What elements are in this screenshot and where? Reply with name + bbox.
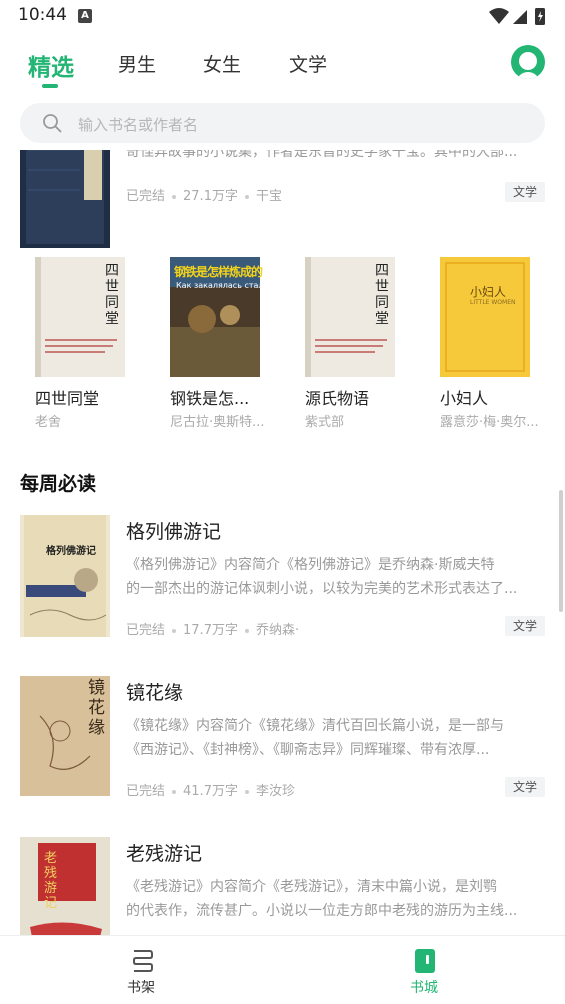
book-title: 四世同堂 [35,389,100,408]
user-avatar-icon[interactable] [511,45,545,79]
book-description: 《格列佛游记》内容简介《格列佛游记》是乔纳森·斯威夫特 的一部杰出的游记体讽刺小… [126,557,518,597]
cover-subtitle-text: Как закалялась сталь [176,281,269,290]
book-list-item[interactable]: 老残游记 老残游记 《老残游记》内容简介《老残游记》，清末中篇小说，是刘鹗 的代… [0,837,565,935]
bookshelf-icon [133,950,153,972]
tab-featured[interactable]: 精选 [28,48,74,82]
cover-title-text: 钢铁是怎样炼成的 [174,265,263,279]
book-author: 尼古拉·奥斯特... [170,415,265,430]
grid-book-item[interactable]: 钢铁是怎样炼成的 Как закалялась сталь 钢铁是怎... 尼古… [170,257,270,437]
book-meta: 已完结 41.7万字 李汝珍 [126,784,295,799]
book-title: 源氏物语 [305,389,370,408]
cover-title-text: 格列佛游记 [46,546,96,557]
book-list-item[interactable]: 镜花缘 镜花缘 《镜花缘》内容简介《镜花缘》清代百回长篇小说，是一部与 《西游记… [0,676,565,802]
status-icons [489,8,545,25]
scrollbar[interactable] [559,490,563,612]
book-title: 格列佛游记 [126,521,222,543]
tab-female[interactable]: 女生 [203,50,241,77]
category-tag[interactable]: 文学 [504,616,545,636]
book-author: 露意莎·梅·奥尔... [440,415,539,430]
category-tabs: 精选 男生 女生 文学 [0,40,565,94]
active-tab-indicator [42,84,58,88]
search-input[interactable]: 输入书名或作者名 [78,114,198,135]
book-title: 小妇人 [440,389,489,408]
book-title: 老残游记 [126,843,203,865]
grid-book-item[interactable]: 四世同堂 源氏物语 紫式部 [305,257,405,437]
cover-subtitle-text: LITTLE WOMEN [470,299,516,306]
book-cover-laocanyouji [20,837,110,935]
book-description: 《镜花缘》内容简介《镜花缘》清代百回长篇小说，是一部与 《西游记》、《封神榜》、… [126,718,504,758]
grid-book-item[interactable]: 四世同堂 四世同堂 老舍 [35,257,135,437]
book-cover-soushenji [20,150,110,248]
cover-title-text: 四世同堂 [375,263,389,327]
book-author: 紫式部 [305,415,345,430]
status-time: 10:44 [18,5,67,25]
search-icon [43,114,62,133]
cover-title-text: 镜花缘 [88,678,105,738]
book-list-item[interactable]: 奇怪异故事的小说集，作者是东晋的史学家干宝。其中的大部... 已完结 27.1万字… [0,150,565,256]
nav-label: 书城 [410,980,438,996]
book-description: 奇怪异故事的小说集，作者是东晋的史学家干宝。其中的大部... [126,150,518,160]
category-tag[interactable]: 文学 [504,777,545,797]
nav-bookstore[interactable]: 书城 [364,936,484,1004]
book-meta: 已完结 17.7万字 乔纳森· [126,623,300,638]
book-list-item[interactable]: 格列佛游记 格列佛游记 《格列佛游记》内容简介《格列佛游记》是乔纳森·斯威夫特 … [0,515,565,641]
wifi-icon [489,8,509,24]
signal-icon [513,10,527,24]
category-tag[interactable]: 文学 [504,182,545,202]
book-title: 镜花缘 [126,682,184,704]
cover-title-text: 四世同堂 [105,263,119,327]
book-title: 钢铁是怎... [170,389,250,408]
tab-male[interactable]: 男生 [118,50,156,77]
status-bar: 10:44 A [0,0,565,32]
bottom-navigation: 书架 书城 [0,935,565,1004]
nav-bookshelf[interactable]: 书架 [81,936,201,1004]
notification-icon: A [78,9,92,23]
cover-title-text: 老残游记 [44,851,58,911]
content-feed[interactable]: 奇怪异故事的小说集，作者是东晋的史学家干宝。其中的大部... 已完结 27.1万字… [0,150,565,935]
section-title-weekly: 每周必读 [20,473,97,495]
book-description: 《老残游记》内容简介《老残游记》，清末中篇小说，是刘鹗 的代表作，流传甚广。小说… [126,879,518,919]
grid-book-item[interactable]: 小妇人 LITTLE WOMEN 小妇人 露意莎·梅·奥尔... [440,257,540,437]
tab-literature[interactable]: 文学 [289,50,327,77]
search-bar[interactable]: 输入书名或作者名 [20,103,545,143]
book-meta: 已完结 27.1万字 干宝 [126,189,282,204]
nav-label: 书架 [127,980,155,996]
cover-title-text: 小妇人 [470,285,507,299]
bookstore-icon [415,949,435,973]
book-cover-geliefo [20,515,110,637]
book-cover-xiaofuren [440,257,530,377]
book-author: 老舍 [35,415,62,430]
